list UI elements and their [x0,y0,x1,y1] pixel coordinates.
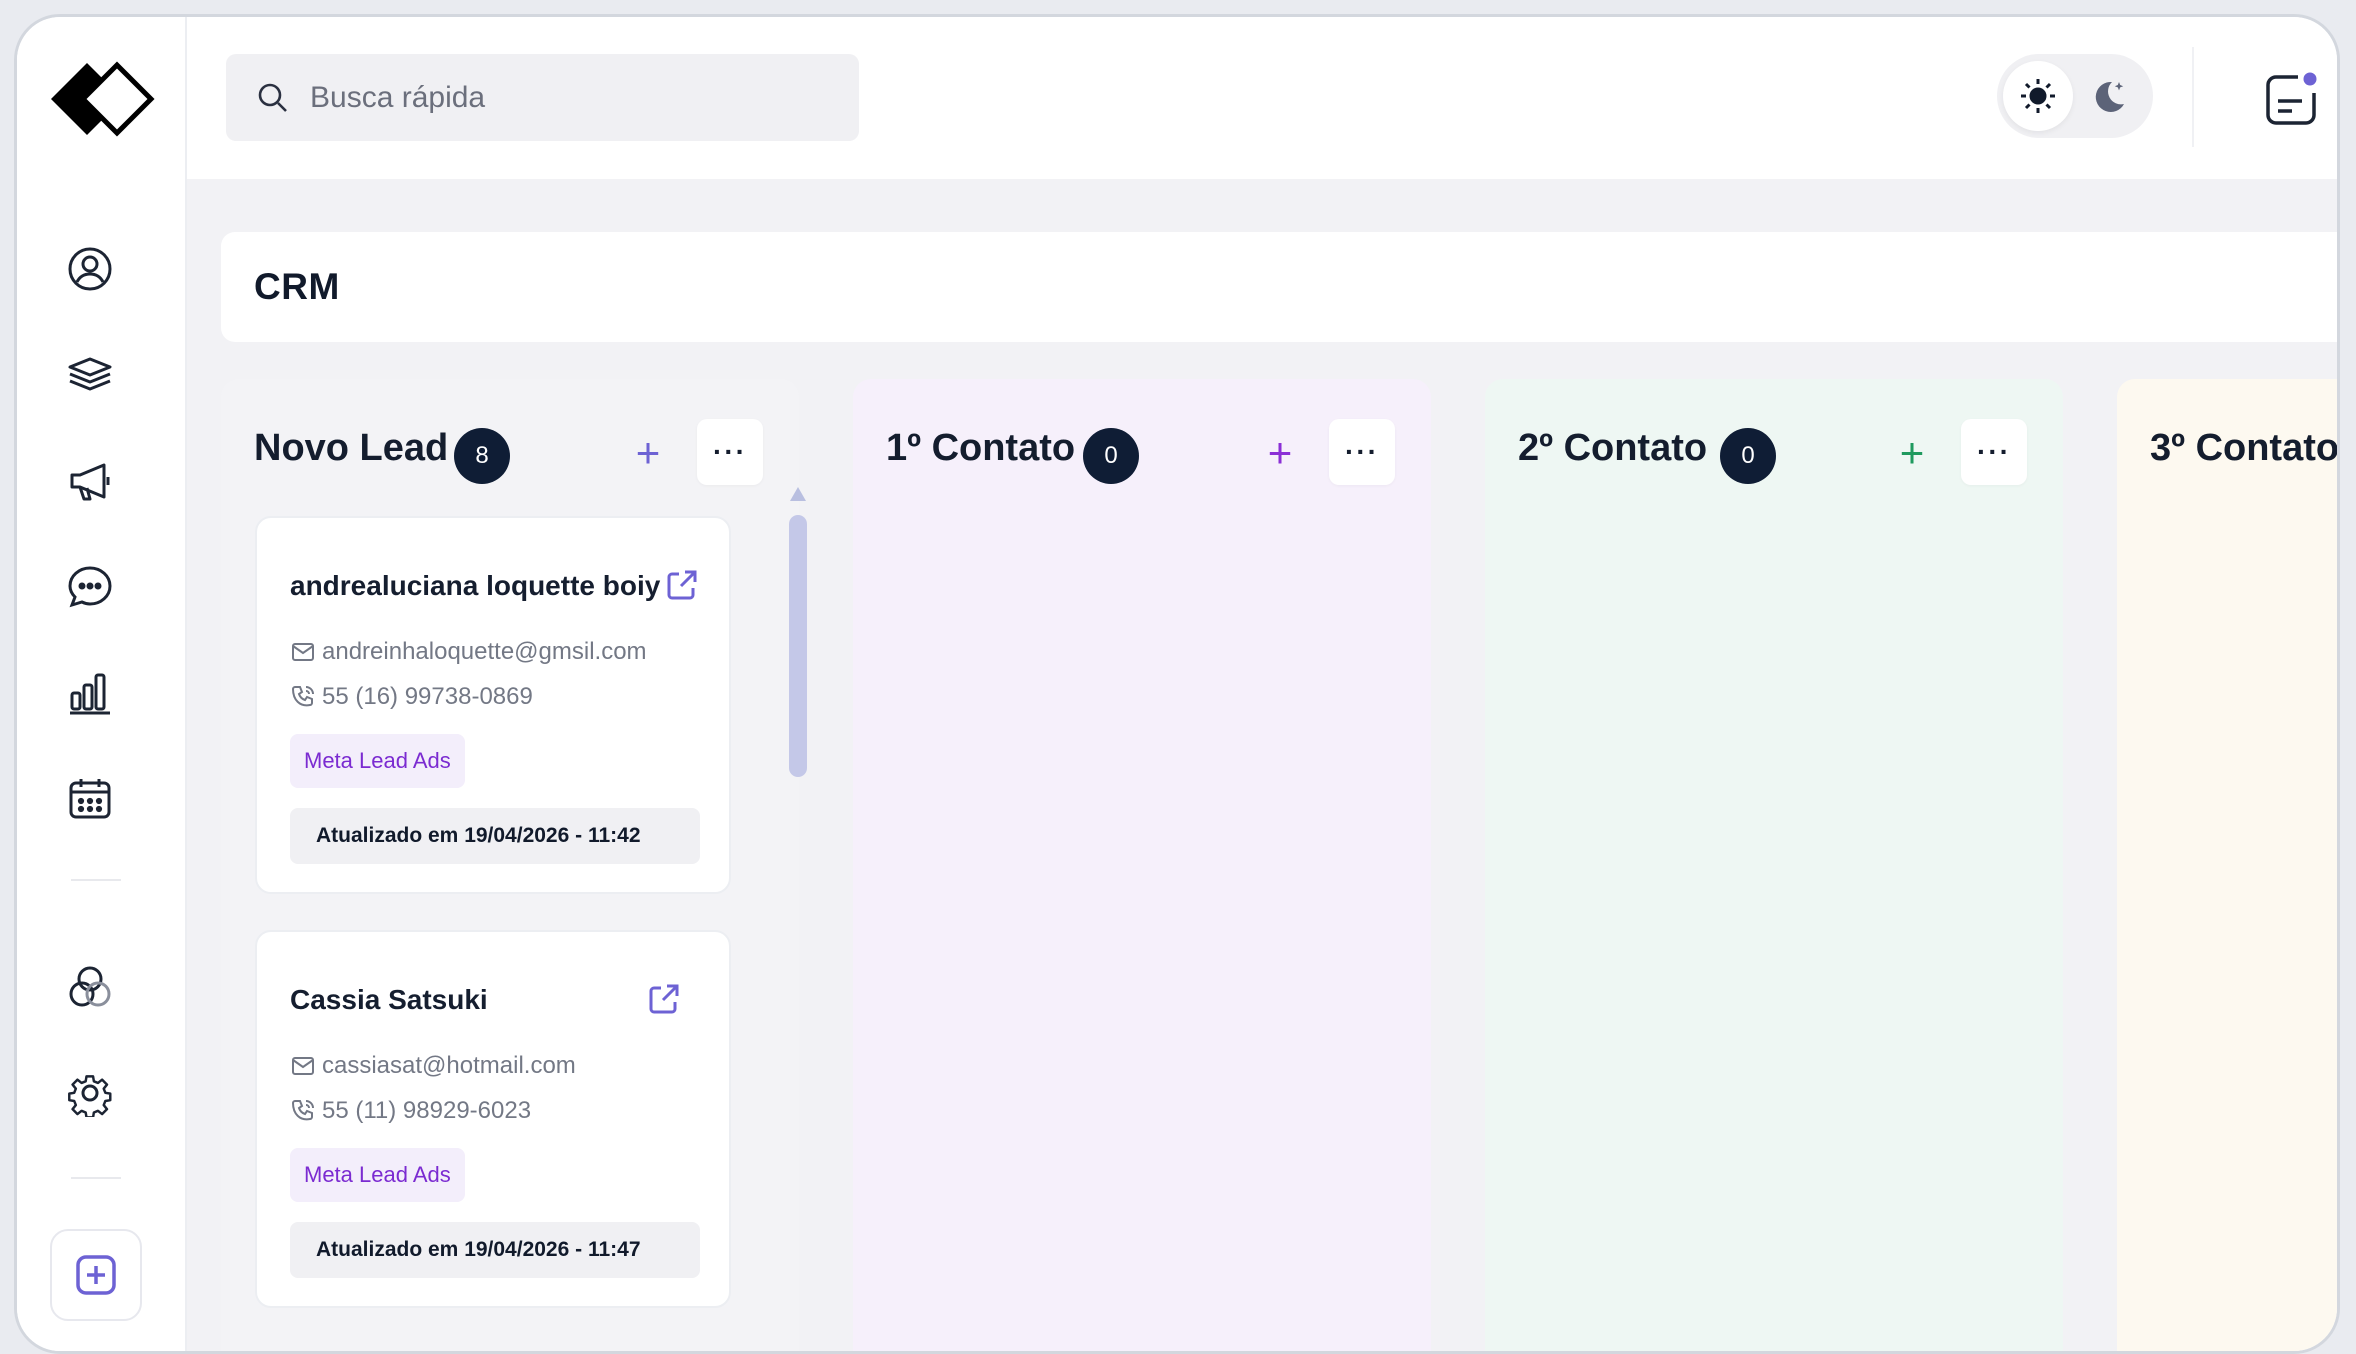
kanban-column-novo-lead: Novo Lead 8 + ··· andrealuciana loquette… [221,379,807,1351]
column-title: 1º Contato [886,427,1076,469]
lead-source-tag[interactable]: Meta Lead Ads [290,1148,465,1202]
notification-icon [2266,69,2320,125]
notifications-button[interactable] [2255,62,2329,136]
search-box[interactable] [226,54,859,141]
lead-email: andreinhaloquette@gmsil.com [322,638,647,665]
sidebar-item-settings[interactable] [62,1065,118,1121]
light-mode-button[interactable] [2003,61,2073,131]
column-menu-button[interactable]: ··· [1329,419,1395,485]
kanban-column-2-contato: 2º Contato 0 + ··· [1485,379,2063,1351]
main-content: CRM Novo Lead 8 + ··· andrealuciana loqu… [187,179,2337,1351]
dark-mode-button[interactable] [2073,61,2143,131]
column-title: 2º Contato [1518,427,1708,469]
sun-icon [2021,79,2055,113]
app-window: CRM Novo Lead 8 + ··· andrealuciana loqu… [14,14,2340,1354]
page-title: CRM [254,266,340,307]
theme-toggle[interactable] [1997,54,2153,138]
calendar-icon [69,779,111,819]
column-menu-button[interactable]: ··· [1961,419,2027,485]
phone-icon [291,686,314,707]
lead-updated-at: Atualizado em 19/04/2026 - 11:42 [290,808,700,864]
chat-bubble-icon [68,566,112,608]
page-title-card: CRM [221,232,2337,342]
mail-icon [292,643,314,661]
open-lead-button[interactable] [645,980,683,1018]
user-circle-icon [68,247,112,291]
column-header: Novo Lead 8 + ··· [254,419,763,485]
external-link-icon [667,570,697,600]
column-header: 3º Contato [2150,419,2340,485]
circles-icon [69,966,111,1007]
column-scrollbar[interactable] [789,487,807,787]
column-count-badge: 8 [454,428,510,484]
brand-logo[interactable] [47,59,155,139]
scroll-up-arrow-icon[interactable] [790,487,806,501]
moon-icon [2095,81,2124,112]
add-card-button[interactable]: + [626,431,670,475]
sidebar-item-calendar[interactable] [62,771,118,827]
add-card-button[interactable]: + [1890,431,1934,475]
sidebar-divider [71,879,121,881]
search-input[interactable] [310,80,790,115]
lead-card[interactable]: andrealuciana loquette boiy andreinhaloq… [255,516,731,894]
column-header: 1º Contato 0 + ··· [886,419,1395,485]
bar-chart-icon [70,673,110,715]
scroll-thumb[interactable] [789,515,807,777]
lead-phone-row: 55 (16) 99738-0869 [290,683,533,711]
megaphone-icon [70,463,110,501]
add-card-button[interactable]: + [1258,431,1302,475]
lead-name: andrealuciana loquette boiy [290,570,661,601]
mail-icon [292,1057,314,1075]
column-title: 3º Contato [2150,427,2340,469]
column-header: 2º Contato 0 + ··· [1518,419,2027,485]
header-divider [2192,47,2194,147]
gear-icon [68,1075,112,1117]
layers-icon [68,357,112,391]
sidebar-item-reports[interactable] [62,665,118,721]
kanban-column-1-contato: 1º Contato 0 + ··· [853,379,1431,1351]
lead-name: Cassia Satsuki [290,984,488,1015]
sidebar-item-layers[interactable] [62,347,118,403]
external-link-icon [649,984,679,1014]
lead-email-row: cassiasat@hotmail.com [290,1052,576,1080]
add-app-button[interactable] [50,1229,142,1321]
top-header [187,17,2337,179]
sidebar [17,17,187,1351]
column-count-badge: 0 [1720,428,1776,484]
lead-email: cassiasat@hotmail.com [322,1052,576,1079]
lead-email-row: andreinhaloquette@gmsil.com [290,638,647,666]
sidebar-item-chat[interactable] [62,559,118,615]
lead-source-tag[interactable]: Meta Lead Ads [290,734,465,788]
lead-phone-row: 55 (11) 98929-6023 [290,1097,531,1125]
column-title: Novo Lead [254,427,449,469]
sidebar-item-integrations[interactable] [62,959,118,1015]
open-lead-button[interactable] [663,566,701,604]
lead-phone: 55 (16) 99738-0869 [322,683,533,710]
sidebar-item-campaigns[interactable] [62,453,118,509]
search-icon [258,83,287,112]
column-count-badge: 0 [1083,428,1139,484]
phone-icon [291,1100,314,1121]
plus-square-icon [76,1255,116,1295]
sidebar-divider [71,1177,121,1179]
sidebar-item-profile[interactable] [62,241,118,297]
kanban-column-3-contato: 3º Contato [2117,379,2340,1351]
column-menu-button[interactable]: ··· [697,419,763,485]
lead-phone: 55 (11) 98929-6023 [322,1097,532,1124]
lead-card[interactable]: Cassia Satsuki cassiasat@hotmail.com 55 … [255,930,731,1308]
lead-updated-at: Atualizado em 19/04/2026 - 11:47 [290,1222,700,1278]
